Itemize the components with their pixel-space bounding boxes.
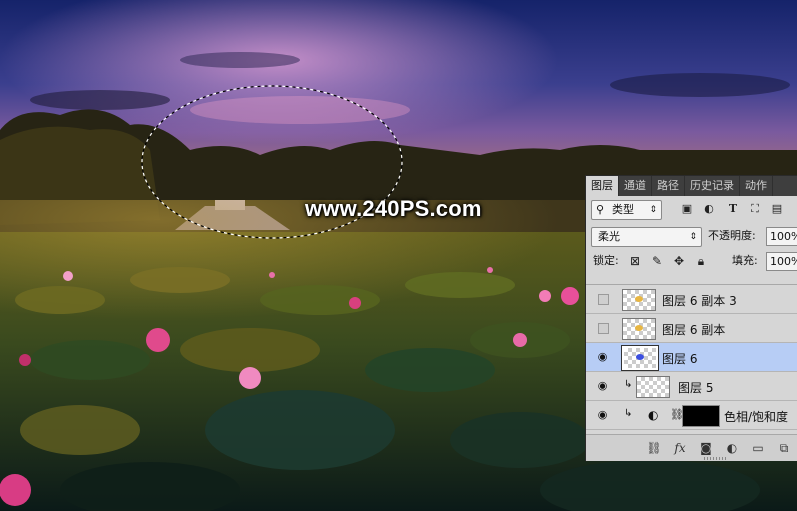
layer-style-fx-icon[interactable]: fx	[672, 440, 688, 456]
shape-filter-icon[interactable]: ⛶	[748, 202, 762, 216]
layer-row-hue-saturation[interactable]: ◉ ↳ ◐ ⛓ 色相/饱和度	[586, 401, 797, 430]
new-layer-icon[interactable]: ⧉	[776, 440, 792, 456]
layer-thumbnail	[622, 318, 656, 340]
fill-label: 填充:	[732, 254, 758, 267]
lock-label: 锁定:	[593, 254, 619, 267]
lock-paint-brush-icon[interactable]: ✎	[650, 254, 664, 268]
layer-thumbnail	[622, 289, 656, 311]
site-watermark: www.240PS.com	[305, 196, 482, 221]
select-arrows-icon: ⇕	[649, 205, 657, 215]
layers-list: 图层 6 副本 3 图层 6 副本 ◉ 图层 6 ◉ ↳ 图层 5 ◉ ↳ ◐ …	[586, 284, 797, 453]
blend-mode-select[interactable]: 柔光 ⇕	[591, 227, 702, 247]
eye-icon[interactable]: ◉	[596, 408, 609, 421]
layer-row-6-copy-3[interactable]: 图层 6 副本 3	[586, 285, 797, 314]
adjustment-filter-icon[interactable]: ◐	[702, 202, 716, 216]
link-layers-icon[interactable]: ⛓	[646, 440, 662, 456]
tab-layers[interactable]: 图层	[586, 176, 619, 196]
filter-kind-label: 类型	[612, 203, 634, 216]
image-filter-icon[interactable]: ▣	[680, 202, 694, 216]
layer-name: 图层 6 副本 3	[662, 294, 737, 308]
clipping-mask-icon: ↳	[624, 408, 633, 419]
panel-footer: ⛓ fx ◙ ◐ ▭ ⧉	[586, 434, 797, 461]
lock-all-icon[interactable]: 🔒︎	[694, 254, 708, 268]
adjustment-layer-icon: ◐	[648, 408, 659, 422]
tab-channels[interactable]: 通道	[619, 176, 652, 196]
new-adjustment-layer-icon[interactable]: ◐	[724, 440, 740, 456]
opacity-label: 不透明度:	[708, 229, 756, 242]
filter-kind-select[interactable]: ⚲ 类型 ⇕	[591, 200, 662, 220]
tab-actions[interactable]: 动作	[740, 176, 773, 196]
lock-position-move-icon[interactable]: ✥	[672, 254, 686, 268]
opacity-input[interactable]: 100%	[766, 227, 797, 246]
panel-tab-bar: 图层 通道 路径 历史记录 动作	[586, 176, 797, 196]
clipping-mask-icon: ↳	[624, 379, 633, 390]
layer-name: 色相/饱和度	[724, 410, 789, 424]
layer-thumbnail	[636, 376, 670, 398]
fill-input[interactable]: 100%	[766, 252, 797, 271]
lock-transparent-icon[interactable]: ⊠	[628, 254, 642, 268]
resize-grip[interactable]	[704, 457, 728, 460]
layer-name: 图层 6 副本	[662, 323, 726, 337]
add-mask-icon[interactable]: ◙	[698, 440, 714, 456]
visibility-toggle[interactable]	[598, 294, 609, 305]
layer-mask-thumbnail[interactable]	[682, 405, 720, 427]
layer-row-6-copy[interactable]: 图层 6 副本	[586, 314, 797, 343]
new-group-folder-icon[interactable]: ▭	[750, 440, 766, 456]
tab-paths[interactable]: 路径	[652, 176, 685, 196]
blend-mode-value: 柔光	[598, 230, 620, 243]
visibility-toggle[interactable]	[598, 323, 609, 334]
layer-row-6[interactable]: ◉ 图层 6	[586, 343, 797, 372]
eye-icon[interactable]: ◉	[596, 379, 609, 392]
select-arrows-icon: ⇕	[689, 232, 697, 242]
layer-row-5[interactable]: ◉ ↳ 图层 5	[586, 372, 797, 401]
layer-name: 图层 6	[662, 352, 698, 366]
layers-panel: 图层 通道 路径 历史记录 动作 ⚲ 类型 ⇕ ▣ ◐ T ⛶ ▤ 柔光 ⇕ 不…	[585, 175, 797, 461]
search-icon: ⚲	[596, 203, 605, 216]
smart-object-filter-icon[interactable]: ▤	[770, 202, 784, 216]
eye-icon[interactable]: ◉	[596, 350, 609, 363]
layer-thumbnail	[621, 345, 659, 371]
type-filter-icon[interactable]: T	[726, 202, 740, 216]
tab-history[interactable]: 历史记录	[685, 176, 740, 196]
layer-name: 图层 5	[678, 381, 714, 395]
